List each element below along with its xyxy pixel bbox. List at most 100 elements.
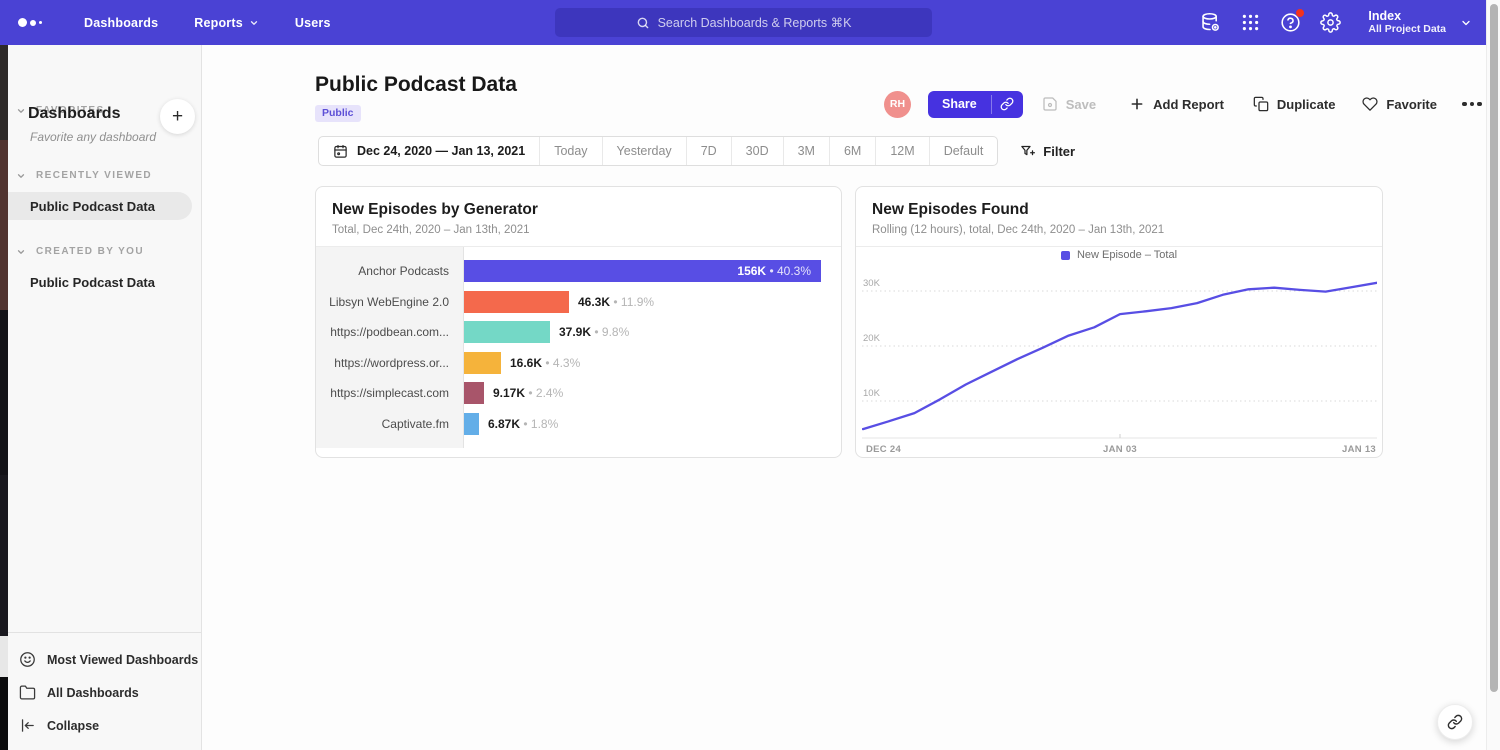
add-dashboard-button[interactable]: + <box>160 99 195 134</box>
header-actions: RH Share Save Add Report Duplicate Favor… <box>884 90 1482 118</box>
background-window-edge <box>0 45 8 750</box>
sidebar: Dashboards + FAVORITESFavorite any dashb… <box>8 45 202 750</box>
preset-yesterday[interactable]: Yesterday <box>602 137 686 165</box>
share-link-fab[interactable] <box>1437 704 1473 740</box>
bar-category-label: Libsyn WebEngine 2.0 <box>316 295 463 309</box>
preset-default[interactable]: Default <box>929 137 998 165</box>
bar-https-simplecast-com <box>463 382 484 404</box>
sidebar-footer-collapse[interactable]: Collapse <box>8 709 201 742</box>
y-tick-30K: 30K <box>863 278 881 289</box>
main-content: Public Podcast Data Public RH Share Save… <box>202 45 1486 750</box>
bar-captivate-fm <box>463 413 479 435</box>
section-label: CREATED BY YOU <box>36 246 144 257</box>
filter-funnel-icon <box>1020 144 1035 159</box>
smiley-icon <box>19 651 36 668</box>
line-chart-title: New Episodes Found <box>872 201 1366 219</box>
bar-chart-subtitle: Total, Dec 24th, 2020 – Jan 13th, 2021 <box>332 224 825 236</box>
preset-30d[interactable]: 30D <box>731 137 783 165</box>
bar-row-captivate-fm: Captivate.fm6.87K • 1.8% <box>316 409 841 440</box>
bar-value-label: 9.17K • 2.4% <box>493 386 563 400</box>
bar-track: 156K • 40.3% <box>463 260 841 282</box>
nav-item-dashboards[interactable]: Dashboards <box>84 16 158 30</box>
line-series-new-episode-total <box>863 283 1377 429</box>
sidebar-item-public-podcast-data[interactable]: Public Podcast Data <box>8 268 201 296</box>
search-input[interactable]: Search Dashboards & Reports ⌘K <box>555 8 932 37</box>
sidebar-section-recently-viewed[interactable]: RECENTLY VIEWED <box>8 170 201 181</box>
nav-item-reports[interactable]: Reports <box>194 16 259 30</box>
project-switcher[interactable]: Index All Project Data <box>1368 10 1472 36</box>
bar-https-wordpress-or <box>463 352 501 374</box>
chevron-down-icon <box>1460 17 1472 29</box>
bar-chart-title: New Episodes by Generator <box>332 201 825 219</box>
section-chevron-icon <box>16 106 26 116</box>
preset-12m[interactable]: 12M <box>875 137 928 165</box>
bar-row-https-podbean-com: https://podbean.com... 37.9K • 9.8% <box>316 317 841 348</box>
footer-item-label: All Dashboards <box>47 686 139 700</box>
bar-category-label: https://podbean.com... <box>316 325 463 339</box>
date-toolbar: Dec 24, 2020 — Jan 13, 2021 TodayYesterd… <box>318 136 1075 166</box>
nav-item-label: Reports <box>194 16 243 30</box>
nav-item-users[interactable]: Users <box>295 16 331 30</box>
nav-item-label: Users <box>295 16 331 30</box>
bar-anchor-podcasts: 156K • 40.3% <box>463 260 821 282</box>
heart-icon <box>1362 96 1378 112</box>
duplicate-icon <box>1253 96 1269 112</box>
sidebar-section-created-by-you[interactable]: CREATED BY YOU <box>8 246 201 257</box>
sidebar-footer: Most Viewed Dashboards All Dashboards Coll… <box>8 632 201 750</box>
x-tick-jan-13: JAN 13 <box>1342 444 1376 455</box>
avatar[interactable]: RH <box>884 91 911 118</box>
share-button[interactable]: Share <box>928 91 1023 118</box>
top-nav: Dashboards Reports Users Search Dashboards… <box>0 0 1500 45</box>
nav-menu: Dashboards Reports Users <box>84 16 331 30</box>
bar-value-label: 16.6K • 4.3% <box>510 356 580 370</box>
y-tick-10K: 10K <box>863 388 881 399</box>
favorite-button[interactable]: Favorite <box>1362 96 1437 112</box>
save-button[interactable]: Save <box>1042 96 1096 112</box>
bar-track: 9.17K • 2.4% <box>463 382 841 404</box>
bar-row-https-wordpress-or: https://wordpress.or...16.6K • 4.3% <box>316 348 841 379</box>
section-chevron-icon <box>16 171 26 181</box>
bar-value-label: 37.9K • 9.8% <box>559 325 629 339</box>
preset-7d[interactable]: 7D <box>686 137 731 165</box>
link-icon <box>1447 714 1463 730</box>
settings-gear-icon[interactable] <box>1320 12 1341 33</box>
preset-today[interactable]: Today <box>539 137 601 165</box>
share-link-icon[interactable] <box>992 91 1023 118</box>
brand-logo-icon[interactable] <box>18 18 58 27</box>
scrollbar-track[interactable] <box>1486 0 1500 750</box>
bar-row-anchor-podcasts: Anchor Podcasts156K • 40.3% <box>316 256 841 287</box>
apps-grid-icon[interactable] <box>1240 12 1261 33</box>
preset-3m[interactable]: 3M <box>783 137 829 165</box>
preset-6m[interactable]: 6M <box>829 137 875 165</box>
data-sources-icon[interactable] <box>1200 12 1221 33</box>
date-range-picker[interactable]: Dec 24, 2020 — Jan 13, 2021 <box>319 137 539 165</box>
share-label: Share <box>928 91 991 118</box>
bar-value-label: 156K • 40.3% <box>737 264 821 278</box>
plus-icon <box>1129 96 1145 112</box>
scrollbar-thumb[interactable] <box>1490 4 1498 692</box>
add-report-button[interactable]: Add Report <box>1129 96 1224 112</box>
sidebar-footer-all-dashboards[interactable]: All Dashboards <box>8 676 201 709</box>
project-scope: All Project Data <box>1368 23 1446 36</box>
line-chart-card: New Episodes Found Rolling (12 hours), t… <box>855 186 1383 458</box>
sidebar-item-public-podcast-data[interactable]: Public Podcast Data <box>8 192 192 220</box>
folder-icon <box>19 684 36 701</box>
sidebar-footer-most-viewed-dashboards[interactable]: Most Viewed Dashboards <box>8 643 201 676</box>
save-icon <box>1042 96 1058 112</box>
bar-chart-card: New Episodes by Generator Total, Dec 24t… <box>315 186 842 458</box>
duplicate-button[interactable]: Duplicate <box>1253 96 1336 112</box>
help-icon[interactable] <box>1280 12 1301 33</box>
page-title: Public Podcast Data <box>315 73 517 97</box>
legend-label: New Episode – Total <box>1077 249 1177 261</box>
sidebar-title: Dashboards <box>28 105 120 123</box>
date-range-control: Dec 24, 2020 — Jan 13, 2021 TodayYesterd… <box>318 136 998 166</box>
bar-https-podbean-com <box>463 321 550 343</box>
line-chart-legend: New Episode – Total <box>856 249 1382 261</box>
visibility-badge: Public <box>315 105 361 122</box>
bar-value-label: 6.87K • 1.8% <box>488 417 558 431</box>
filter-button[interactable]: Filter <box>1020 144 1075 159</box>
more-options-button[interactable] <box>1462 102 1482 107</box>
section-label: RECENTLY VIEWED <box>36 170 152 181</box>
chevron-down-icon <box>249 18 259 28</box>
bar-track: 37.9K • 9.8% <box>463 321 841 343</box>
